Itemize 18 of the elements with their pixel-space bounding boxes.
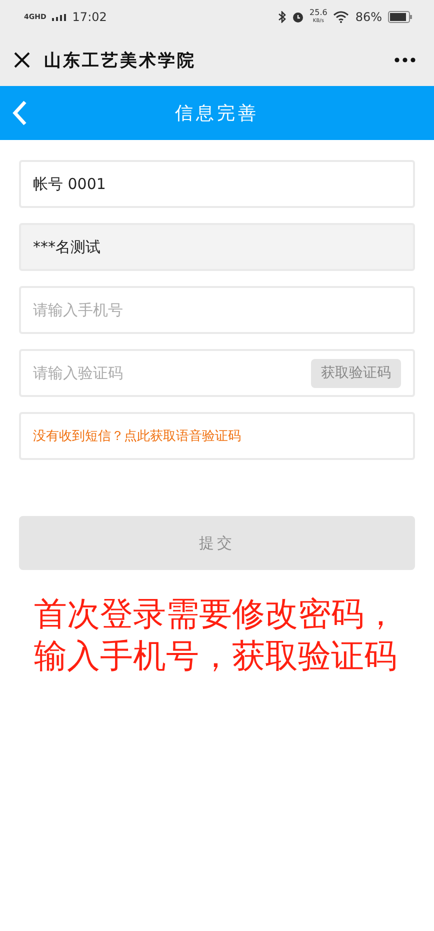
header-title: 信息完善	[174, 102, 260, 125]
alarm-icon	[292, 11, 304, 23]
more-icon[interactable]	[394, 57, 416, 63]
wifi-icon	[333, 11, 350, 23]
get-code-button[interactable]: 获取验证码	[311, 358, 401, 388]
battery-icon	[388, 11, 412, 23]
clock-time: 17:02	[72, 10, 107, 24]
phone-field[interactable]: 请输入手机号	[19, 286, 415, 334]
text-field[interactable]: 帐号 0001	[19, 160, 415, 208]
code-field[interactable]: 请输入验证码 获取验证码	[19, 349, 415, 397]
bluetooth-icon	[278, 11, 286, 23]
close-icon[interactable]	[12, 50, 32, 70]
voice-code-link[interactable]: 没有收到短信？点此获取语音验证码	[33, 427, 241, 445]
signal-icon	[52, 14, 66, 20]
battery-percent: 86%	[355, 10, 382, 24]
annotation-text: 首次登录需要修改密码，	[34, 594, 398, 634]
annotation-text: 输入手机号，获取验证码	[34, 636, 398, 676]
page-title: 山东工艺美术学院	[44, 50, 197, 72]
